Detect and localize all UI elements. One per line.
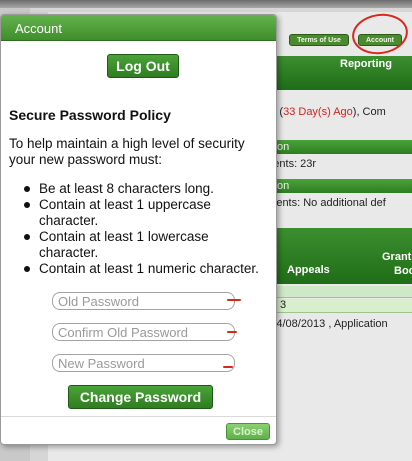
reporting-label: Reporting xyxy=(340,58,392,70)
confirm-old-password-field[interactable] xyxy=(52,323,235,341)
date-row: 018 (33 Day(s) Ago), Com xyxy=(258,106,386,118)
list-item: Be at least 8 characters long. xyxy=(9,181,269,197)
list-item: Contain at least 1 uppercase character. xyxy=(9,197,269,229)
list-item: Contain at least 1 numeric character. xyxy=(9,261,269,277)
dialog-title: Account xyxy=(15,21,62,36)
annotation-mark xyxy=(227,299,241,301)
row-detail: e: 14/08/2013 , Application xyxy=(258,318,388,330)
section1-header: ction xyxy=(258,140,412,154)
bullet-icon xyxy=(24,202,30,208)
close-button[interactable]: Close xyxy=(226,423,270,440)
annotation-mark xyxy=(227,331,237,333)
bullet-icon xyxy=(24,266,30,272)
bullet-icon xyxy=(24,186,30,192)
policy-intro: To help maintain a high level of securit… xyxy=(9,136,245,167)
bullet-icon xyxy=(24,234,30,240)
logout-button[interactable]: Log Out xyxy=(107,54,179,78)
annotation-mark xyxy=(223,366,233,368)
grant-column-header-2: Boo xyxy=(394,265,412,277)
policy-title: Secure Password Policy xyxy=(9,107,171,123)
terms-of-use-link[interactable]: Terms of Use xyxy=(289,34,349,46)
dialog-footer-divider xyxy=(1,416,276,417)
dialog-titlebar[interactable]: Account xyxy=(1,15,276,41)
top-stripe xyxy=(0,0,412,8)
days-ago-text: 33 Day(s) Ago xyxy=(283,106,353,118)
table-row[interactable]: 3 xyxy=(258,299,412,313)
old-password-field[interactable] xyxy=(52,292,235,310)
grant-column-header: Grant xyxy=(382,251,412,263)
appeals-column-header: Appeals xyxy=(287,264,330,276)
account-dialog: Account Log Out Secure Password Policy T… xyxy=(0,14,277,445)
change-password-button[interactable]: Change Password xyxy=(68,385,213,409)
section2-header: ction xyxy=(258,179,412,193)
spacer-row xyxy=(258,286,412,298)
policy-rules: Be at least 8 characters long. Contain a… xyxy=(9,181,269,277)
section2-text: mments: No additional def xyxy=(258,197,386,209)
list-item: Contain at least 1 lowercase character. xyxy=(9,229,269,261)
row-number: 3 xyxy=(280,299,287,311)
new-password-field[interactable] xyxy=(52,354,235,372)
